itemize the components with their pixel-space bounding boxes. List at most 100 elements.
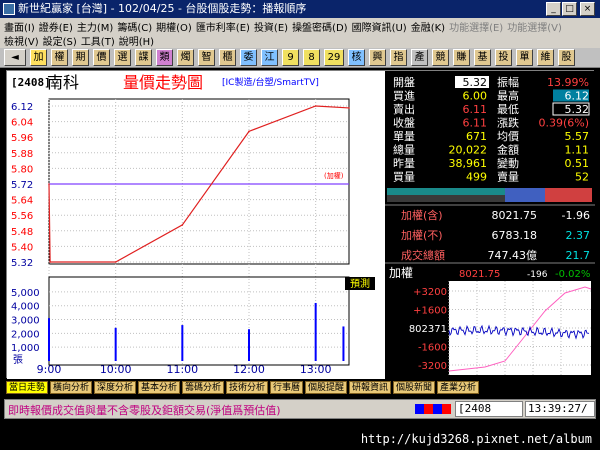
stock-category: [IC製造/台塑/SmartTV] — [222, 76, 319, 88]
bottom-tab[interactable]: 籌碼分析 — [182, 381, 224, 394]
bottom-tab-bar: 當日走勢 橫向分析 深度分析 基本分析 籌碼分析 技術分析 行事曆 個股提醒 研報資訊 個股新聞產… — [4, 380, 596, 395]
quote-label: 最低 — [497, 103, 519, 116]
menu-item[interactable]: 證券(E) — [37, 19, 75, 34]
index-label: 加權(含) — [401, 208, 443, 222]
price-tick-label: 5.80 — [11, 164, 33, 175]
close-button[interactable]: × — [580, 2, 595, 16]
menu-item[interactable]: 工具(T) — [79, 33, 117, 48]
toolbar-button[interactable]: 指 — [390, 49, 407, 66]
menu-item[interactable]: 期權(O) — [154, 19, 194, 34]
quote-label: 均價 — [497, 129, 519, 143]
price-tick-label: 5.96 — [11, 133, 33, 144]
index-chart-change: -196 — [527, 270, 548, 280]
bottom-tab[interactable]: 產業分析 — [437, 381, 479, 394]
toolbar-button[interactable]: 基 — [474, 49, 491, 66]
toolbar-button[interactable]: 9 — [282, 49, 299, 66]
toolbar-button[interactable]: 29 — [324, 49, 344, 66]
volume-unit: 張 — [13, 354, 23, 366]
toolbar-button[interactable]: 股 — [558, 49, 575, 66]
bottom-tab[interactable]: 基本分析 — [138, 381, 180, 394]
toolbar-button[interactable]: 江 — [261, 49, 278, 66]
toolbar-button[interactable]: 競 — [432, 49, 449, 66]
index-chart-title: 加權 — [389, 266, 413, 280]
toolbar-button[interactable]: 櫃 — [219, 49, 236, 66]
footer: http://kujd3268.pixnet.net/album — [0, 430, 600, 450]
toolbar-button[interactable]: 智 — [198, 49, 215, 66]
quote-label: 收盤 — [393, 116, 415, 130]
menu-item[interactable]: 投資(E) — [252, 19, 290, 34]
toolbar-button[interactable]: 單 — [516, 49, 533, 66]
menu-item[interactable]: 國際資訊(U) — [350, 19, 409, 34]
menu-item[interactable]: 匯市利率(E) — [194, 19, 252, 34]
index-value: 747.43億 — [488, 249, 538, 262]
volume-bar — [114, 327, 117, 361]
bottom-tab[interactable]: 行事曆 — [270, 381, 303, 394]
toolbar-button[interactable]: 投 — [495, 49, 512, 66]
quote-value: 38,961 — [449, 157, 488, 170]
toolbar-button[interactable]: 類 — [156, 49, 173, 66]
quote-label: 昨量 — [393, 157, 415, 170]
index-label: 加權(不) — [401, 229, 443, 242]
menu-item[interactable]: 功能選擇(E) — [447, 19, 505, 34]
toolbar-button[interactable]: 諜 — [135, 49, 152, 66]
toolbar-button[interactable]: 8 — [303, 49, 320, 66]
bottom-tab[interactable]: 研報資訊 — [349, 381, 391, 394]
toolbar-button[interactable]: 權 — [51, 49, 68, 66]
index-change: 21.7 — [566, 249, 591, 262]
menu-bar: 畫面(I) 證券(E) 主力(M) 籌碼(C) 期權(O) 匯市利率(E) 投資(E) 操盤密… — [0, 18, 600, 48]
menu-item[interactable]: 金融(K) — [409, 19, 447, 34]
toolbar-button[interactable]: 燭 — [177, 49, 194, 66]
bottom-tab[interactable]: 當日走勢 — [6, 381, 48, 394]
reference-label: (加權) — [324, 171, 344, 180]
bottom-tab[interactable]: 個股提醒 — [305, 381, 347, 394]
index-change: 2.37 — [566, 229, 591, 242]
quote-value: 5.32 — [463, 76, 488, 89]
minimize-button[interactable]: _ — [546, 2, 561, 16]
bottom-tab[interactable]: 深度分析 — [94, 381, 136, 394]
bottom-tab[interactable]: 技術分析 — [226, 381, 268, 394]
toolbar-button[interactable]: 價 — [93, 49, 110, 66]
quote-value: 0.39(6%) — [538, 117, 589, 130]
menu-item[interactable]: 主力(M) — [75, 19, 115, 34]
toolbar-button[interactable]: 加 — [30, 49, 47, 66]
menu-item[interactable]: 功能選擇(V) — [505, 19, 564, 34]
toolbar-button[interactable]: 核 — [348, 49, 365, 66]
status-time: 13:39:27/ — [525, 401, 595, 417]
toolbar-button[interactable]: 委 — [240, 49, 257, 66]
volume-tick-label: 2,000 — [11, 329, 40, 340]
toolbar-button[interactable]: 興 — [369, 49, 386, 66]
volume-bar — [48, 318, 50, 361]
toolbar-button[interactable]: 選 — [114, 49, 131, 66]
quote-label: 買量 — [393, 171, 415, 184]
menu-item[interactable]: 檢視(V) — [2, 33, 41, 48]
quote-value: 6.00 — [463, 90, 488, 103]
toolbar-button[interactable]: 維 — [537, 49, 554, 66]
chart-panel: [2408] 南科 量價走勢圖 [IC製造/台塑/SmartTV] 6.12 6.… — [7, 71, 385, 379]
quote-value: 20,022 — [449, 144, 488, 157]
bottom-tab[interactable]: 個股新聞 — [393, 381, 435, 394]
menu-item[interactable]: 畫面(I) — [2, 19, 37, 34]
quote-label: 總量 — [393, 143, 415, 157]
mini-tick-label: -3200 — [418, 361, 447, 372]
toolbar-nav-icon[interactable]: ◄ — [4, 49, 26, 66]
toolbar-button[interactable]: 賺 — [453, 49, 470, 66]
index-chart-value: 8021.75 — [459, 269, 500, 280]
price-point — [348, 107, 350, 109]
volume-bar — [342, 326, 345, 361]
predict-label[interactable]: 預測 — [350, 277, 370, 290]
status-code[interactable]: [2408 — [455, 401, 523, 417]
menu-item[interactable]: 操盤密碼(D) — [290, 19, 350, 34]
menu-item[interactable]: 設定(S) — [41, 33, 79, 48]
toolbar-button[interactable]: 期 — [72, 49, 89, 66]
price-point — [314, 105, 317, 107]
toolbar-button[interactable]: 產 — [411, 49, 428, 66]
price-tick-label: 5.56 — [11, 211, 33, 222]
chart-title: 量價走勢圖 — [123, 73, 203, 92]
quote-value: 671 — [466, 130, 487, 143]
bottom-tab[interactable]: 橫向分析 — [50, 381, 92, 394]
menu-item[interactable]: 籌碼(C) — [115, 19, 154, 34]
maximize-button[interactable]: □ — [562, 2, 577, 16]
quote-label: 單量 — [393, 130, 415, 143]
main-area: [2408] 南科 量價走勢圖 [IC製造/台塑/SmartTV] 6.12 6.… — [6, 70, 595, 379]
menu-item[interactable]: 說明(H) — [117, 33, 156, 48]
